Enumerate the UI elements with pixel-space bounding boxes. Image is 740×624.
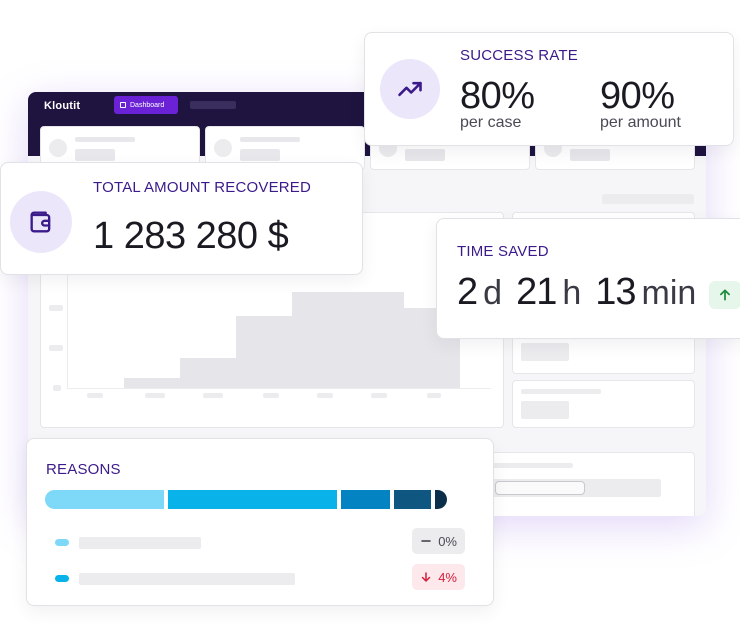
- app-logo: Kloutit: [44, 100, 81, 112]
- trend-up-badge: [709, 281, 740, 309]
- reason-label-placeholder: [79, 573, 295, 585]
- hours-unit: h: [562, 274, 582, 312]
- table-panel: [468, 452, 695, 516]
- reason-row: [55, 537, 467, 551]
- days-unit: d: [483, 274, 503, 312]
- success-rate-case-value: 80%: [460, 75, 535, 117]
- nav-item-dashboard[interactable]: Dashboard: [114, 96, 178, 114]
- reason-change-value: 4%: [438, 569, 457, 585]
- time-saved-value: 2 d 21 h 13 min: [457, 271, 704, 314]
- total-recovered-title: TOTAL AMOUNT RECOVERED: [93, 179, 312, 196]
- time-saved-card: TIME SAVED 2 d 21 h 13 min: [436, 218, 740, 339]
- reasons-card: REASONS 0% 4%: [26, 438, 494, 606]
- days-value: 2: [457, 271, 478, 313]
- trending-up-icon: [380, 59, 440, 119]
- reason-change-badge: 0%: [412, 528, 465, 554]
- hours-value: 21: [516, 271, 557, 313]
- reason-change-value: 0%: [438, 533, 457, 549]
- reason-row: [55, 573, 467, 587]
- minutes-value: 13: [595, 271, 636, 313]
- reasons-title: REASONS: [46, 461, 121, 478]
- reason-segment: [168, 490, 337, 509]
- reason-segment: [45, 490, 164, 509]
- reason-segment: [435, 490, 447, 509]
- reason-change-badge: 4%: [412, 564, 465, 590]
- success-rate-amount-label: per amount: [600, 114, 681, 131]
- reasons-stacked-bar: [45, 490, 447, 509]
- success-rate-amount-value: 90%: [600, 75, 675, 117]
- time-saved-title: TIME SAVED: [457, 243, 549, 260]
- reason-label-placeholder: [79, 537, 201, 549]
- minutes-unit: min: [641, 274, 697, 312]
- reason-segment: [394, 490, 431, 509]
- reason-color-dot: [55, 539, 69, 546]
- reason-segment: [341, 490, 390, 509]
- arrow-up-icon: [720, 289, 730, 301]
- reason-color-dot: [55, 575, 69, 582]
- success-rate-card: SUCCESS RATE 80% per case 90% per amount: [364, 32, 734, 146]
- nav-item-label: Dashboard: [130, 101, 165, 109]
- side-panel: [512, 380, 695, 428]
- filter-placeholder: [602, 194, 694, 204]
- minus-icon: [421, 540, 431, 542]
- grid-icon: [120, 102, 126, 108]
- total-recovered-card: TOTAL AMOUNT RECOVERED 1 283 280 $: [0, 162, 363, 275]
- nav-item-placeholder[interactable]: [190, 101, 236, 109]
- wallet-icon: [10, 191, 72, 253]
- success-rate-title: SUCCESS RATE: [460, 47, 578, 64]
- success-rate-case-label: per case: [460, 114, 522, 131]
- total-recovered-value: 1 283 280 $: [93, 215, 289, 257]
- arrow-down-icon: [421, 572, 431, 582]
